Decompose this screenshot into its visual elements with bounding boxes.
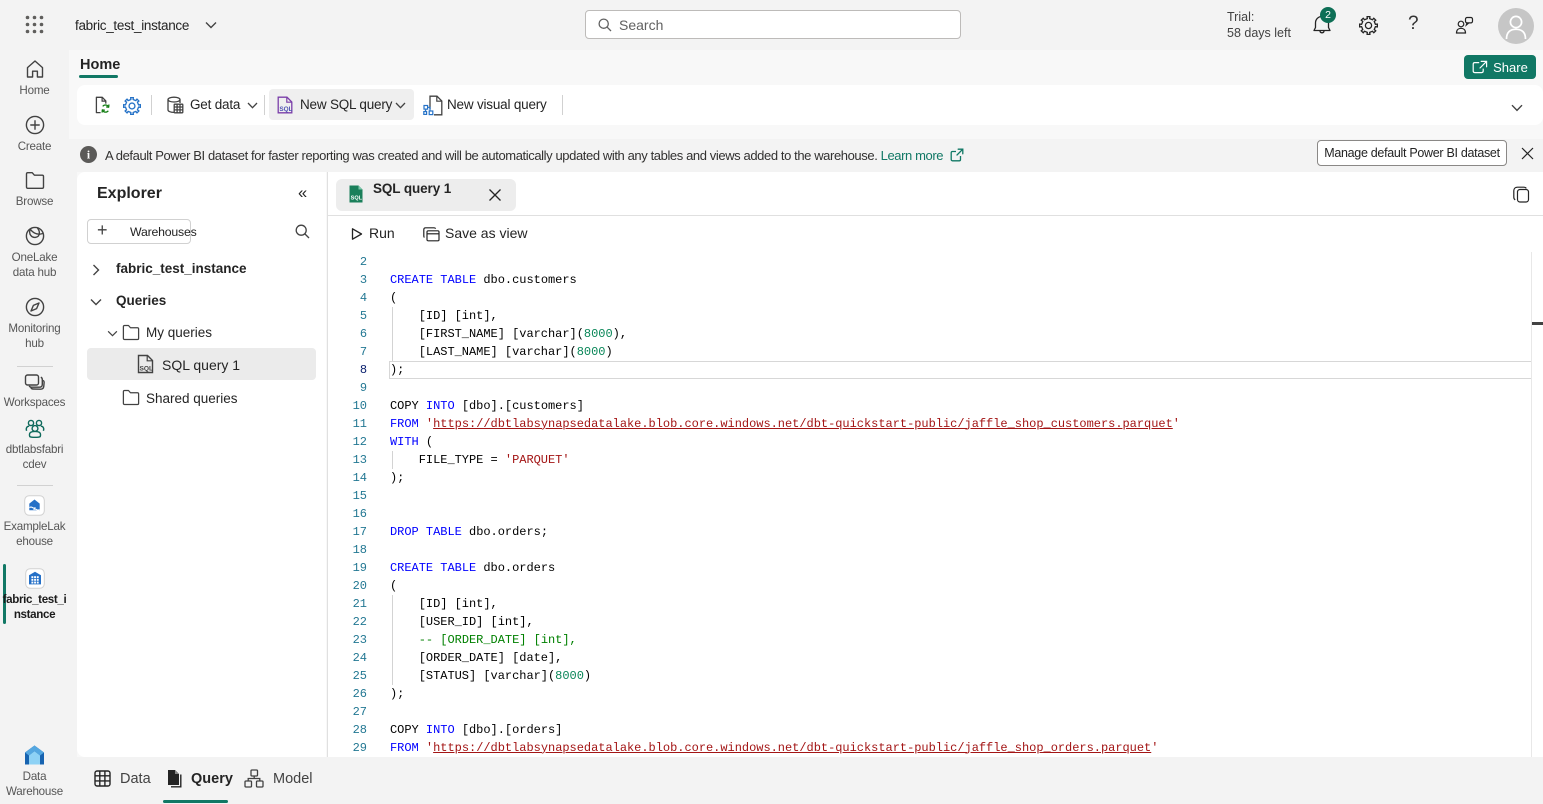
svg-text:SQL: SQL xyxy=(140,366,154,373)
svg-text:SQL: SQL xyxy=(279,106,292,113)
svg-text:SQL: SQL xyxy=(351,196,363,202)
